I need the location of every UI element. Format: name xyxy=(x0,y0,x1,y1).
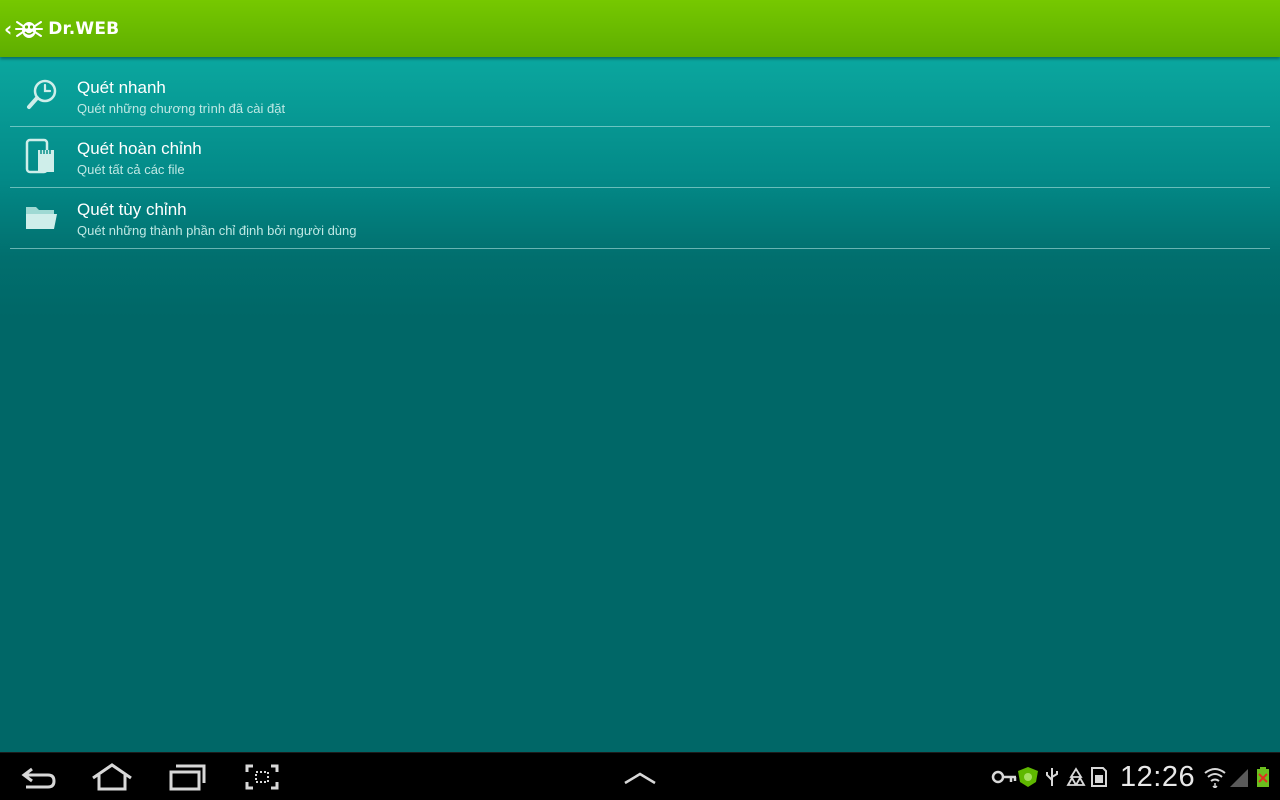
wifi-icon xyxy=(1204,768,1226,788)
menu-item-subtitle: Quét những thành phần chỉ định bởi người… xyxy=(77,223,357,238)
menu-item-title: Quét nhanh xyxy=(77,78,166,97)
back-button[interactable] xyxy=(10,761,66,793)
screenshot-icon xyxy=(245,764,279,790)
chevron-left-icon: ‹ xyxy=(4,16,13,41)
menu-item-title: Quét hoàn chỉnh xyxy=(77,139,202,158)
up-button[interactable]: ‹ Dr.WEB xyxy=(0,0,127,57)
app-title: Dr.WEB xyxy=(48,18,120,39)
chevron-up-icon xyxy=(624,772,656,785)
home-button[interactable] xyxy=(84,761,140,793)
menu-item-subtitle: Quét những chương trình đã cài đặt xyxy=(77,101,286,116)
sdcard-icon xyxy=(1091,767,1107,787)
home-icon xyxy=(92,763,132,791)
menu-item-title: Quét tùy chỉnh xyxy=(77,200,187,219)
full-scan-item[interactable]: Quét hoàn chỉnh Quét tất cả các file xyxy=(10,127,1270,188)
system-bar: 12:26 xyxy=(0,752,1280,800)
scan-menu-panel: Quét nhanh Quét những chương trình đã cà… xyxy=(0,57,1280,752)
drweb-shield-icon xyxy=(1018,767,1038,787)
recent-apps-button[interactable] xyxy=(159,761,215,793)
usb-icon xyxy=(1046,768,1058,786)
action-bar: ‹ Dr.WEB xyxy=(0,0,1280,57)
battery-icon xyxy=(1257,767,1269,787)
quick-scan-item[interactable]: Quét nhanh Quét những chương trình đã cà… xyxy=(10,66,1270,127)
custom-scan-item[interactable]: Quét tùy chỉnh Quét những thành phần chỉ… xyxy=(10,188,1270,249)
key-icon xyxy=(991,770,1017,784)
signal-icon xyxy=(1230,769,1248,787)
device-sdcard-icon xyxy=(25,138,54,174)
folder-icon xyxy=(26,207,57,229)
menu-item-subtitle: Quét tất cả các file xyxy=(77,162,185,177)
recycle-icon xyxy=(1066,767,1086,786)
scan-options-list: Quét nhanh Quét những chương trình đã cà… xyxy=(10,66,1270,249)
app-drawer-handle[interactable] xyxy=(612,761,668,793)
screenshot-button[interactable] xyxy=(234,761,290,793)
status-clock: 12:26 xyxy=(1120,761,1196,793)
back-icon xyxy=(21,767,56,789)
clock-search-icon xyxy=(27,79,57,109)
drweb-spider-logo-icon xyxy=(15,20,44,38)
recent-apps-icon xyxy=(169,764,206,791)
